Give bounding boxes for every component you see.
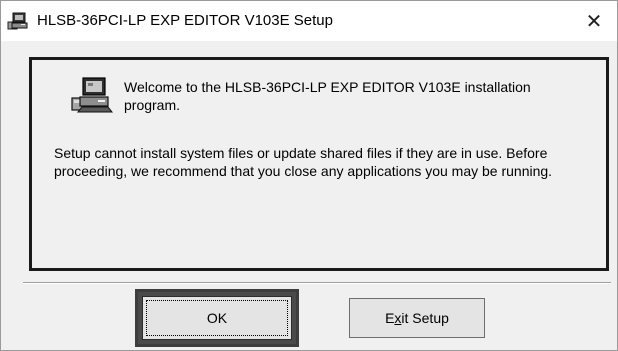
exit-setup-label: Exit Setup: [385, 310, 449, 326]
welcome-text: Welcome to the HLSB-36PCI-LP EXP EDITOR …: [124, 79, 531, 113]
focus-rectangle: [146, 300, 288, 336]
divider: [23, 282, 611, 284]
window-title: HLSB-36PCI-LP EXP EDITOR V103E Setup: [37, 12, 333, 29]
title-bar[interactable]: HLSB-36PCI-LP EXP EDITOR V103E Setup ✕: [1, 1, 617, 41]
setup-computer-icon: [7, 12, 28, 30]
message-panel: Welcome to the HLSB-36PCI-LP EXP EDITOR …: [29, 57, 609, 271]
warning-text: Setup cannot install system files or upd…: [54, 145, 553, 179]
setup-computer-icon: [71, 77, 114, 113]
setup-dialog-window: HLSB-36PCI-LP EXP EDITOR V103E Setup ✕ W…: [0, 0, 618, 351]
exit-setup-button[interactable]: Exit Setup: [349, 298, 485, 338]
close-icon: ✕: [585, 10, 603, 33]
close-button[interactable]: ✕: [571, 1, 617, 41]
ok-button[interactable]: OK: [142, 296, 292, 340]
